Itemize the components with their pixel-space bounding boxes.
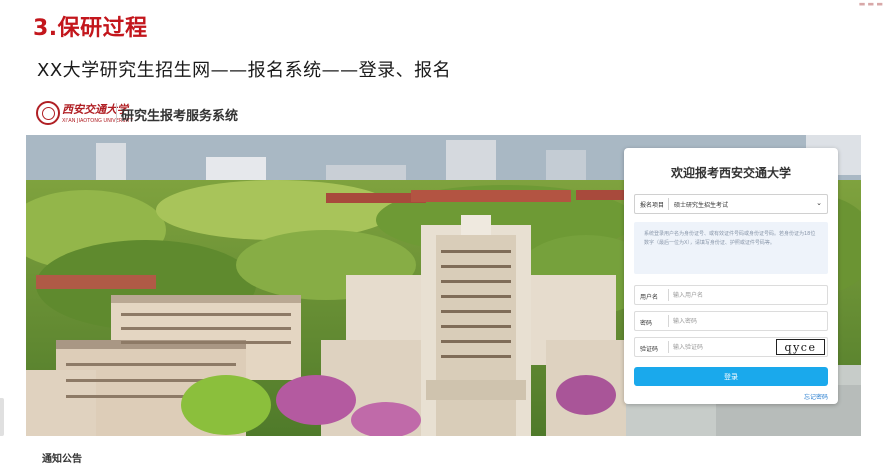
password-separator bbox=[668, 315, 669, 327]
forgot-password-link[interactable]: 忘记密码 bbox=[804, 392, 828, 401]
login-notice: 系统登录用户名为身份证号、或有效证件号码或身份证号码。若身份证为18位数字（最后… bbox=[634, 222, 828, 274]
project-select[interactable]: 报名项目 硕士研究生招生考试 ⌄ bbox=[634, 194, 828, 214]
project-select-label: 报名项目 bbox=[640, 202, 665, 209]
system-name: 研究生报考服务系统 bbox=[121, 109, 239, 124]
username-field: 用户名 bbox=[634, 285, 828, 305]
slide-title: 3.保研过程 bbox=[33, 16, 148, 41]
captcha-separator bbox=[668, 341, 669, 353]
username-input[interactable] bbox=[673, 289, 783, 301]
notice-section-heading: 通知公告 bbox=[42, 454, 82, 465]
login-panel: 欢迎报考西安交通大学 报名项目 硕士研究生招生考试 ⌄ 系统登录用户名为身份证号… bbox=[624, 148, 838, 404]
corner-watermark: ▬ ▬ ▬ bbox=[858, 0, 883, 8]
login-button[interactable]: 登录 bbox=[634, 367, 828, 386]
username-separator bbox=[668, 289, 669, 301]
header-divider bbox=[116, 103, 117, 123]
captcha-field: 验证码 qyce bbox=[634, 337, 828, 357]
side-scroll-tab[interactable] bbox=[0, 398, 4, 436]
password-field: 密码 bbox=[634, 311, 828, 331]
password-input[interactable] bbox=[673, 315, 783, 327]
project-select-separator bbox=[668, 198, 669, 210]
captcha-input[interactable] bbox=[673, 341, 783, 353]
captcha-image[interactable]: qyce bbox=[776, 339, 825, 355]
captcha-label: 验证码 bbox=[640, 346, 659, 353]
username-label: 用户名 bbox=[640, 294, 659, 301]
password-label: 密码 bbox=[640, 320, 653, 327]
slide-subtitle: XX大学研究生招生网——报名系统——登录、报名 bbox=[37, 60, 452, 81]
login-title: 欢迎报考西安交通大学 bbox=[670, 166, 791, 180]
university-seal-icon bbox=[36, 101, 60, 125]
university-logo-text: 西安交通大学 bbox=[62, 103, 128, 116]
chevron-down-icon: ⌄ bbox=[816, 199, 822, 207]
project-select-value: 硕士研究生招生考试 bbox=[674, 202, 729, 209]
